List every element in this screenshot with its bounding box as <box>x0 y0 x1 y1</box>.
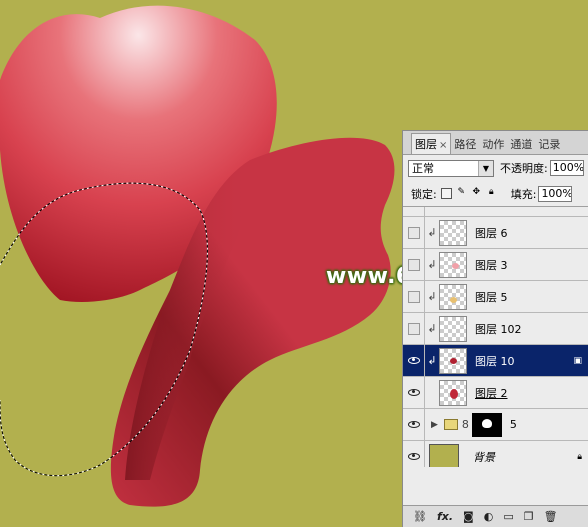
folder-icon <box>443 419 458 430</box>
layer-name: 图层 10 <box>475 354 515 368</box>
layer-mask-thumbnail <box>471 412 502 437</box>
eye-icon <box>407 389 420 396</box>
group-name: 5 <box>509 418 517 431</box>
tab-history[interactable]: 记录 <box>535 134 563 154</box>
visibility-toggle[interactable] <box>403 312 425 345</box>
layer-list: ↲ 图层 6 ↲ 图层 3 ↲ 图层 5 ↲ 图层 102 ↲ 图层 10 ▣ … <box>403 207 588 467</box>
folder-icon[interactable]: ▭ <box>503 510 513 523</box>
layer-row[interactable]: ↲ 图层 3 <box>403 248 588 281</box>
trash-icon[interactable]: 🗑︎ <box>544 510 558 523</box>
layer-row[interactable]: ↲ 图层 5 <box>403 280 588 313</box>
layer-name: 图层 2 <box>475 386 508 400</box>
layer-name: 图层 5 <box>475 290 508 304</box>
clip-arrow-icon: ↲ <box>427 290 437 303</box>
layer-group-row[interactable]: ▶ 8 5 <box>403 408 588 441</box>
opacity-label: 不透明度: <box>500 162 548 175</box>
chain-link-icon: 8 <box>461 418 469 431</box>
visibility-toggle[interactable] <box>403 376 425 409</box>
background-layer-row[interactable]: 背景 🔒︎ <box>403 440 588 467</box>
tab-paths[interactable]: 路径 <box>451 134 479 154</box>
opacity-input[interactable]: 100% <box>549 160 584 176</box>
layer-thumbnail <box>439 219 467 246</box>
tab-layers[interactable]: 图层 × <box>411 133 452 154</box>
mask-icon[interactable]: ◙ <box>463 510 474 523</box>
layer-badge-icon: ▣ <box>573 355 582 366</box>
layer-thumbnail <box>439 347 467 374</box>
new-layer-icon[interactable]: ❐ <box>524 510 534 523</box>
visibility-toggle[interactable] <box>403 248 425 281</box>
layer-row-selected[interactable]: ↲ 图层 10 ▣ <box>403 344 588 377</box>
layer-thumbnail <box>439 315 467 342</box>
close-icon[interactable]: × <box>439 140 447 151</box>
clip-arrow-icon: ↲ <box>427 258 437 271</box>
fx-icon[interactable]: fx. <box>437 510 453 523</box>
tab-channels[interactable]: 通道 <box>507 134 535 154</box>
lock-label: 锁定: <box>411 187 437 201</box>
layer-name: 图层 6 <box>475 226 508 240</box>
visibility-off-box <box>407 258 420 271</box>
visibility-toggle[interactable] <box>403 408 425 441</box>
panel-bottom-bar: ⛓ fx. ◙ ◐ ▭ ❐ 🗑︎ <box>403 505 588 527</box>
lock-transparency-icon[interactable] <box>440 188 452 199</box>
background-thumbnail <box>429 443 459 467</box>
layer-thumbnail <box>439 379 467 406</box>
clip-arrow-icon: ↲ <box>427 226 437 239</box>
visibility-off-box <box>407 322 420 335</box>
layer-thumbnail <box>439 283 467 310</box>
panel-tabs: 图层 × 路径 动作 通道 记录 <box>403 131 588 155</box>
lock-icon: 🔒︎ <box>577 451 582 462</box>
lock-pixels-icon[interactable]: ✎ <box>456 188 467 199</box>
layer-row[interactable]: 图层 2 <box>403 376 588 409</box>
expand-triangle-icon[interactable]: ▶ <box>431 420 438 430</box>
fill-input[interactable]: 100% <box>538 185 573 202</box>
layer-row-partial <box>403 207 588 217</box>
clip-arrow-icon: ↲ <box>427 354 437 367</box>
fill-label: 填充: <box>510 187 537 201</box>
visibility-off-box <box>407 290 420 303</box>
visibility-toggle[interactable] <box>403 216 425 249</box>
layer-row[interactable]: ↲ 图层 102 <box>403 312 588 345</box>
layer-name: 图层 3 <box>475 258 508 272</box>
chevron-down-icon: ▼ <box>478 160 493 176</box>
visibility-toggle[interactable] <box>403 440 425 467</box>
layer-thumbnail <box>439 251 467 278</box>
link-icon[interactable]: ⛓ <box>413 510 427 523</box>
visibility-toggle[interactable] <box>403 344 425 377</box>
lock-position-icon[interactable]: ✥ <box>471 188 482 199</box>
blend-mode-select[interactable]: 正常 ▼ <box>408 159 494 177</box>
visibility-toggle[interactable] <box>403 280 425 313</box>
eye-icon <box>407 421 420 428</box>
eye-icon <box>407 357 420 364</box>
layer-name: 图层 102 <box>475 322 522 336</box>
blend-row: 正常 ▼ 不透明度: 100% <box>403 155 588 181</box>
eye-icon <box>407 453 420 460</box>
layers-panel: 图层 × 路径 动作 通道 记录 正常 ▼ 不透明度: 100% 锁定: ✎ ✥ … <box>402 130 588 527</box>
layer-name: 背景 <box>473 450 495 464</box>
lock-all-icon[interactable]: 🔒︎ <box>486 188 497 199</box>
lock-row: 锁定: ✎ ✥ 🔒︎ 填充: 100% <box>403 181 588 207</box>
tab-actions[interactable]: 动作 <box>479 134 507 154</box>
layer-row[interactable]: ↲ 图层 6 <box>403 216 588 249</box>
adjustment-icon[interactable]: ◐ <box>484 510 494 523</box>
clip-arrow-icon: ↲ <box>427 322 437 335</box>
visibility-off-box <box>407 226 420 239</box>
